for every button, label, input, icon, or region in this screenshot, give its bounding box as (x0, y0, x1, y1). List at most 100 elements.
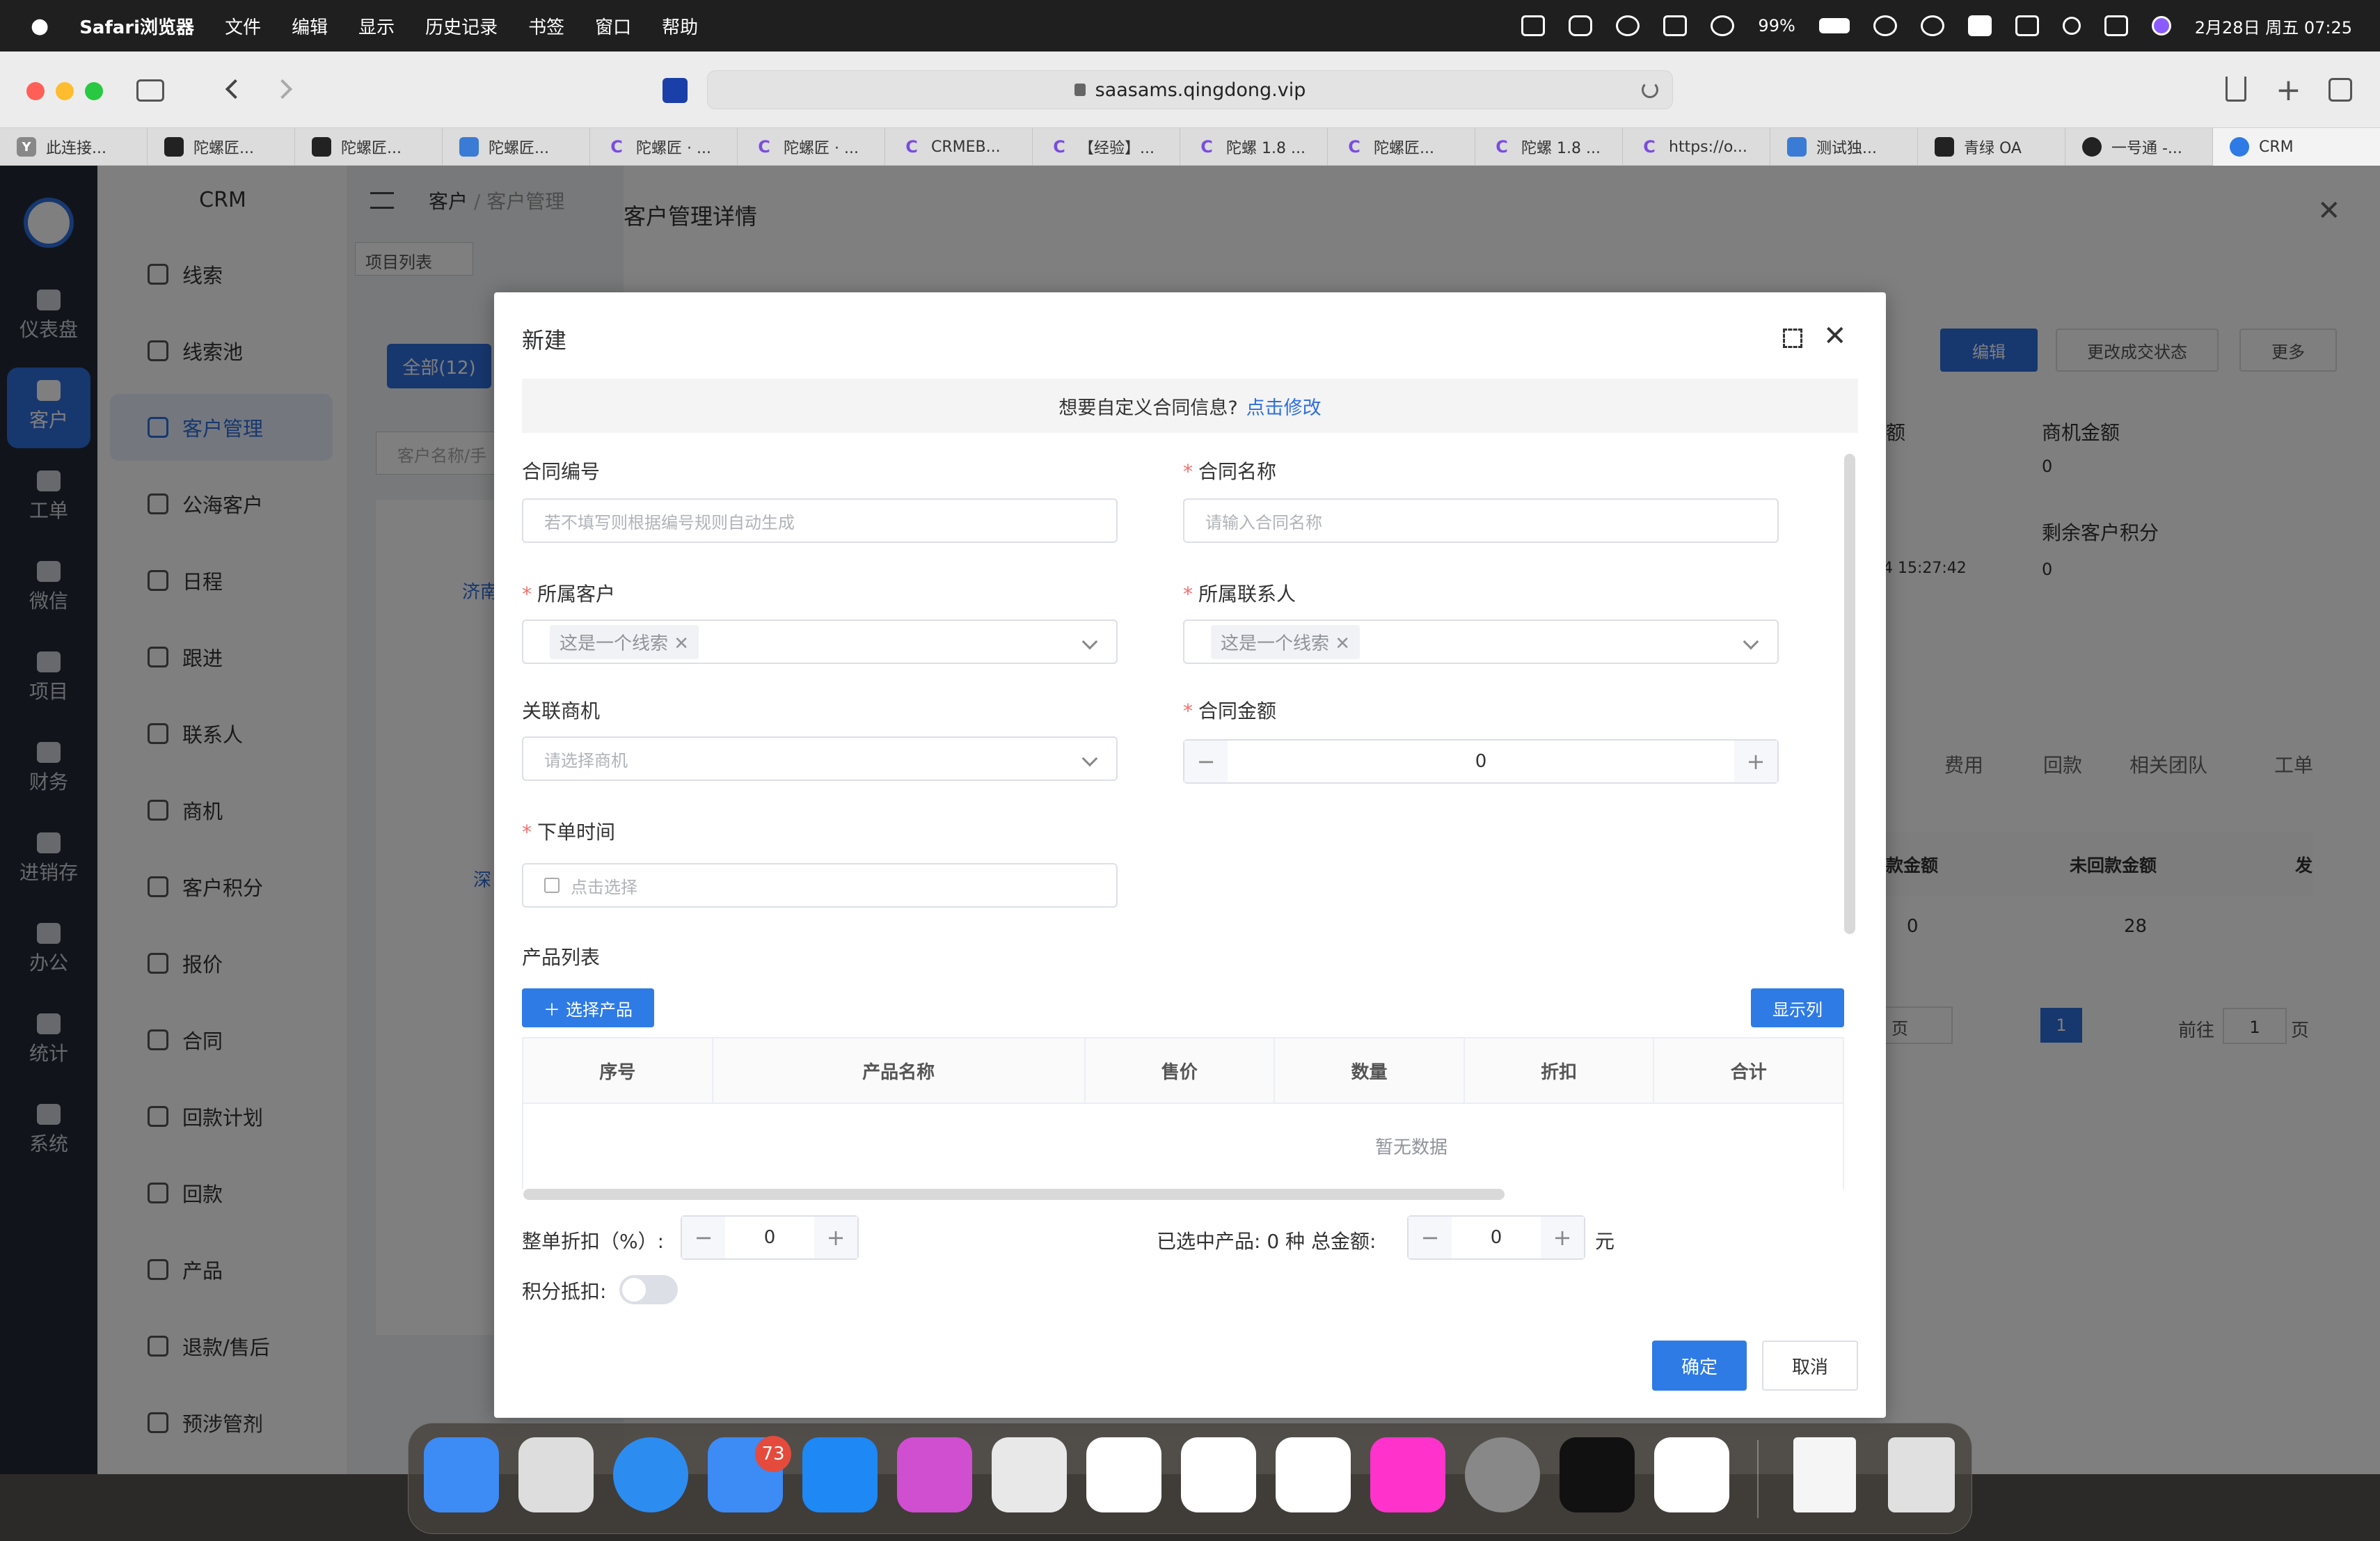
show-columns-button[interactable]: 显示列 (1751, 988, 1844, 1027)
select-product-button[interactable]: ＋ 选择产品 (522, 988, 654, 1027)
browser-tab[interactable]: C 【经验】... (1033, 128, 1180, 166)
menu-window[interactable]: 窗口 (595, 13, 631, 39)
form-scrollbar[interactable] (1844, 454, 1855, 934)
search-icon[interactable] (2062, 17, 2081, 35)
menu-bookmarks[interactable]: 书签 (528, 13, 564, 39)
new-tab-icon[interactable]: + (2276, 72, 2301, 108)
browser-tab-active[interactable]: CRM (2213, 128, 2380, 166)
browser-tab[interactable]: 测试独... (1770, 128, 1918, 166)
browser-tab[interactable]: Y 此连接... (0, 128, 148, 166)
menu-edit[interactable]: 编辑 (292, 13, 328, 39)
plus-icon[interactable]: + (1734, 741, 1777, 782)
plus-icon[interactable]: + (814, 1217, 857, 1258)
finder-icon[interactable] (424, 1437, 499, 1512)
order-time-input[interactable]: 点击选择 (522, 863, 1118, 908)
customer-select[interactable]: 这是一个线索 ✕ (522, 619, 1118, 664)
zoom-window-button[interactable] (85, 82, 103, 100)
menu-help[interactable]: 帮助 (662, 13, 698, 39)
trash-icon[interactable] (1888, 1437, 1955, 1512)
cleanmymac-icon[interactable] (897, 1437, 972, 1512)
contract-no-input[interactable]: 若不填写则根据编号规则自动生成 (522, 498, 1118, 543)
menu-view[interactable]: 显示 (358, 13, 395, 39)
browser-tab[interactable]: 陀螺匠... (295, 128, 443, 166)
forward-icon[interactable] (272, 79, 293, 100)
plus-icon[interactable]: + (1541, 1217, 1584, 1258)
discount-label: 整单折扣（%）: (522, 1230, 665, 1253)
settings-icon[interactable] (1465, 1437, 1540, 1512)
menu-file[interactable]: 文件 (225, 13, 261, 39)
discount-stepper[interactable]: −0 + (681, 1215, 859, 1260)
customize-link[interactable]: 点击修改 (1246, 393, 1322, 420)
confirm-button[interactable]: 确定 (1652, 1341, 1747, 1391)
wps-icon[interactable] (1521, 15, 1546, 36)
extension-icon[interactable] (663, 78, 688, 103)
minus-icon[interactable]: − (1409, 1217, 1452, 1258)
tab-overview-icon[interactable] (2329, 78, 2352, 102)
menu-history[interactable]: 历史记录 (425, 13, 498, 39)
menu-app[interactable]: Safari浏览器 (79, 13, 194, 39)
reload-icon[interactable] (1642, 81, 1658, 98)
share-icon[interactable] (2226, 77, 2246, 102)
photos-icon[interactable] (1370, 1437, 1445, 1512)
browser-tab[interactable]: C 陀螺匠... (1328, 128, 1475, 166)
battery-level[interactable]: 99% (1758, 16, 1795, 35)
battery-icon[interactable] (1818, 18, 1850, 33)
link-icon[interactable] (1920, 15, 1944, 36)
total-stepper[interactable]: −0 + (1407, 1215, 1585, 1260)
minimize-window-button[interactable] (56, 82, 74, 100)
chatgpt-icon[interactable] (1181, 1437, 1256, 1512)
contract-name-input[interactable]: 请输入合同名称 (1183, 498, 1779, 543)
play-icon[interactable] (1711, 15, 1735, 36)
rocket-icon[interactable] (1086, 1437, 1161, 1512)
iphone-mirroring-icon[interactable] (992, 1437, 1067, 1512)
minus-icon[interactable]: − (682, 1217, 725, 1258)
contact-select[interactable]: 这是一个线索 ✕ (1183, 619, 1779, 664)
safari-icon[interactable] (613, 1437, 688, 1512)
app-store-icon[interactable] (802, 1437, 878, 1512)
close-icon[interactable]: ✕ (1823, 320, 1847, 352)
siri-icon[interactable] (2151, 16, 2171, 35)
browser-tab[interactable]: 陀螺匠... (443, 128, 590, 166)
browser-tab[interactable]: 青绿 OA (1918, 128, 2065, 166)
video-app-icon[interactable] (1654, 1437, 1729, 1512)
display-icon[interactable] (2015, 15, 2039, 36)
browser-tab[interactable]: C 陀螺 1.8 ... (1180, 128, 1328, 166)
col-product-name[interactable]: 产品名称 (711, 1037, 1086, 1104)
back-icon[interactable] (225, 79, 246, 100)
col-total[interactable]: 合计 (1653, 1037, 1844, 1104)
col-price[interactable]: 售价 (1084, 1037, 1276, 1104)
contract-no-label: 合同编号 (522, 460, 601, 483)
browser-tab[interactable]: Chttps://o... (1623, 128, 1770, 166)
apple-icon[interactable]: ● (31, 14, 49, 38)
browser-tab[interactable]: 一号通 -... (2065, 128, 2213, 166)
fullscreen-icon[interactable] (1783, 329, 1802, 348)
col-discount[interactable]: 折扣 (1463, 1037, 1655, 1104)
col-index[interactable]: 序号 (522, 1037, 713, 1104)
launchpad-icon[interactable] (518, 1437, 594, 1512)
sidebar-toggle-icon[interactable] (136, 79, 164, 102)
points-toggle[interactable] (619, 1275, 678, 1304)
wps-icon[interactable] (1276, 1437, 1351, 1512)
minus-icon[interactable]: − (1184, 741, 1228, 782)
control-center-icon[interactable] (2104, 15, 2128, 36)
col-quantity[interactable]: 数量 (1274, 1037, 1465, 1104)
memory-icon[interactable] (1663, 15, 1688, 36)
address-bar[interactable]: saasams.qingdong.vip (707, 70, 1673, 109)
opportunity-select[interactable]: 请选择商机 (522, 736, 1118, 781)
browser-tab[interactable]: 陀螺匠... (148, 128, 295, 166)
browser-tab[interactable]: C 陀螺匠 · ... (590, 128, 738, 166)
user-icon[interactable] (1873, 15, 1897, 36)
clock[interactable]: 2月28日 周五 07:25 (2195, 14, 2352, 38)
input-method-icon[interactable] (1967, 15, 1992, 36)
table-hscrollbar[interactable] (523, 1189, 1505, 1200)
browser-tab[interactable]: C 陀螺匠 · ... (738, 128, 885, 166)
amount-stepper[interactable]: −0 + (1183, 739, 1779, 784)
chatgpt-icon[interactable] (1616, 15, 1640, 36)
app-icon[interactable] (1569, 15, 1593, 36)
browser-tab[interactable]: C CRMEB... (885, 128, 1033, 166)
cancel-button[interactable]: 取消 (1762, 1341, 1858, 1391)
music-app-icon[interactable] (1560, 1437, 1635, 1512)
browser-tab[interactable]: C 陀螺 1.8 ... (1475, 128, 1623, 166)
close-window-button[interactable] (26, 82, 45, 100)
document-icon[interactable] (1793, 1437, 1856, 1512)
